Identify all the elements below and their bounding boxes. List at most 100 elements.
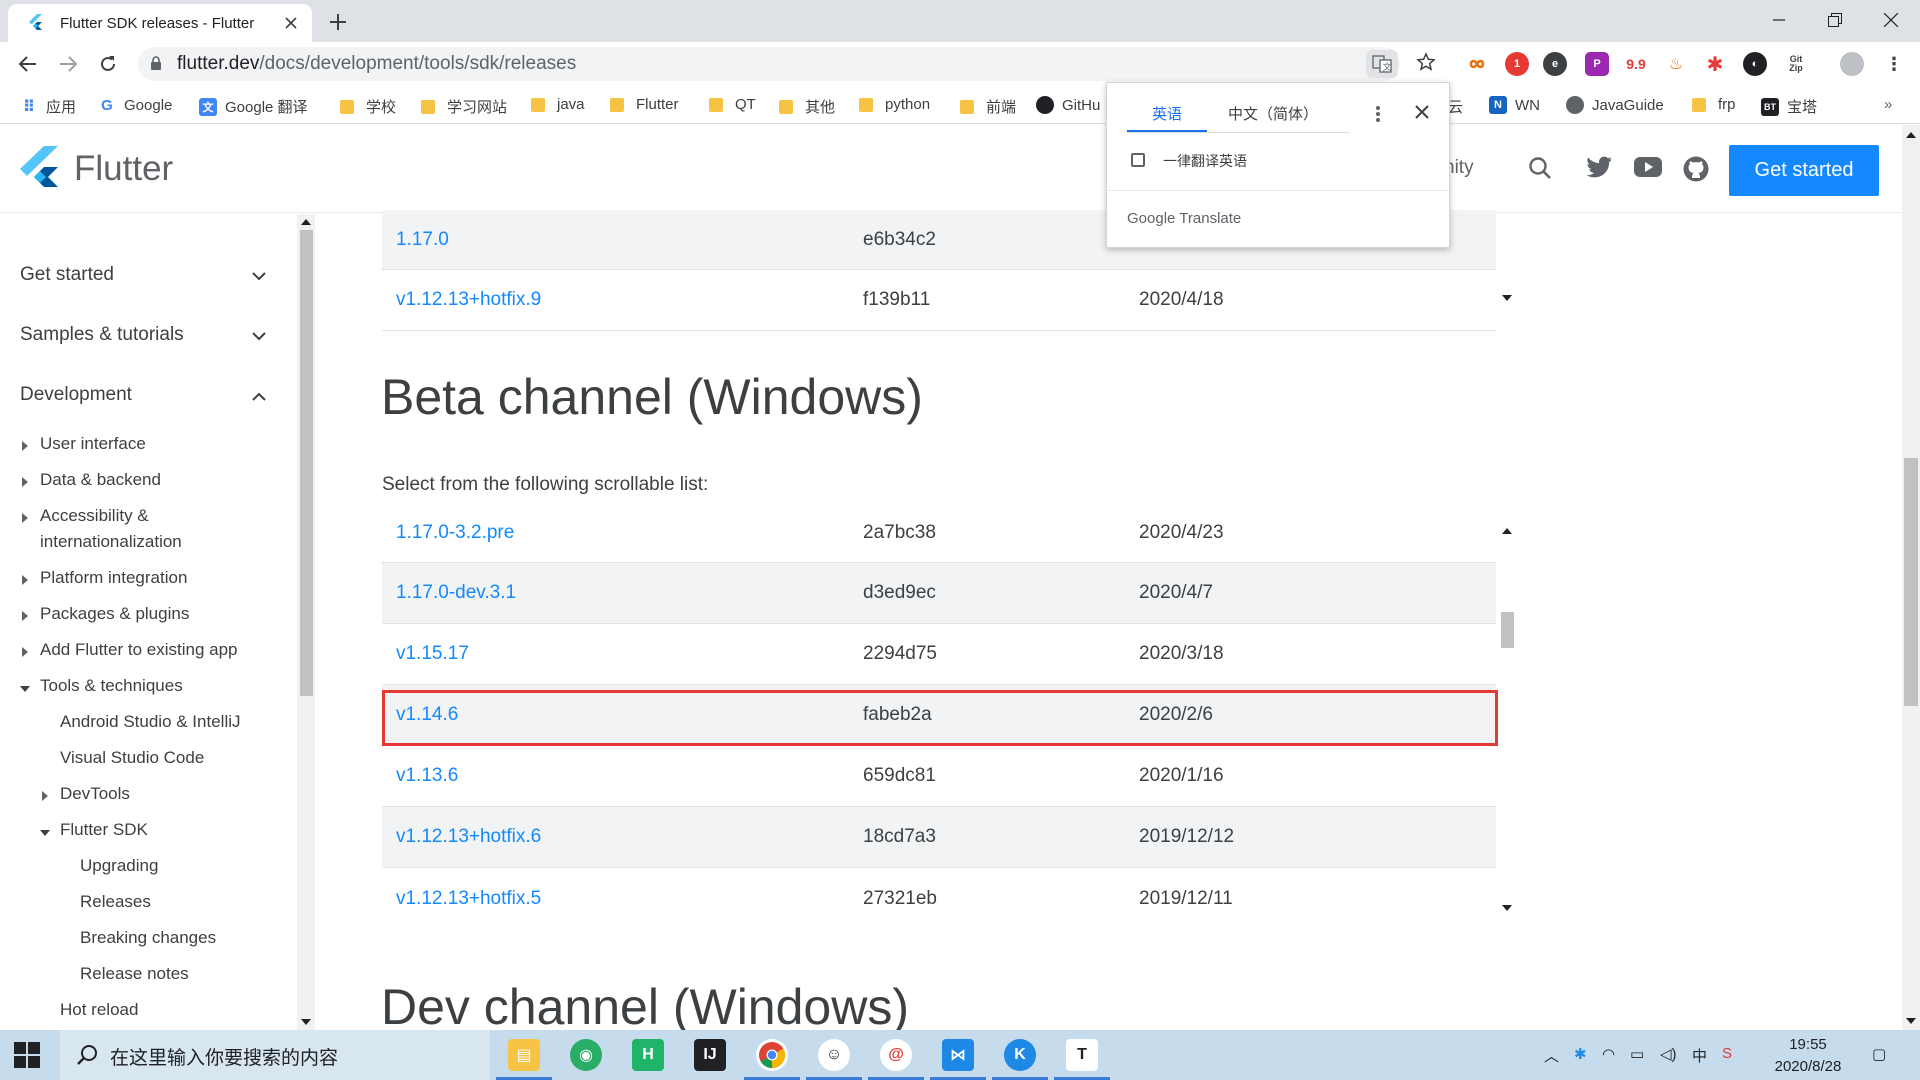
extension-red-badge-icon[interactable]: 1 <box>1505 52 1529 76</box>
version-link[interactable]: v1.12.13+hotfix.6 <box>396 826 541 848</box>
nav-packages-plugins[interactable]: Packages & plugins <box>40 601 189 627</box>
nav-breaking-changes[interactable]: Breaking changes <box>80 925 216 951</box>
expand-arrow-icon[interactable] <box>22 477 28 487</box>
collapse-arrow-icon[interactable] <box>40 830 50 836</box>
always-translate-checkbox[interactable] <box>1131 153 1145 167</box>
version-link[interactable]: v1.12.13+hotfix.5 <box>396 888 541 910</box>
nav-releases[interactable]: Releases <box>80 889 151 915</box>
tab-target-language[interactable]: 中文（简体） <box>1217 103 1329 133</box>
version-link[interactable]: v1.13.6 <box>396 765 458 787</box>
more-options-icon[interactable] <box>1375 105 1381 123</box>
volume-icon[interactable]: ◁) <box>1660 1045 1677 1063</box>
beta-list-scrollbar[interactable] <box>1498 520 1516 918</box>
nav-flutter-sdk[interactable]: Flutter SDK <box>60 817 148 843</box>
tab-source-language[interactable]: 英语 <box>1127 103 1207 133</box>
battery-icon[interactable]: ▭ <box>1630 1045 1644 1063</box>
expand-arrow-icon[interactable] <box>22 611 28 621</box>
bookmark-folder-school[interactable]: 学校 <box>340 96 396 117</box>
bookmark-apps[interactable]: ⠿ 应用 <box>20 96 76 117</box>
nav-tools-techniques[interactable]: Tools & techniques <box>40 673 183 699</box>
bookmark-google[interactable]: G Google <box>98 96 172 114</box>
extension-99-icon[interactable]: 9.9 <box>1624 52 1648 76</box>
typora-icon[interactable]: T <box>1066 1039 1098 1071</box>
bookmark-cloud[interactable]: 云 <box>1448 96 1463 117</box>
collapse-arrow-icon[interactable] <box>20 686 30 692</box>
nav-android-studio[interactable]: Android Studio & IntelliJ <box>60 709 241 735</box>
nav-internationalization[interactable]: internationalization <box>40 529 182 555</box>
search-icon[interactable] <box>1528 156 1552 180</box>
chevron-down-icon[interactable] <box>252 332 266 341</box>
nav-upgrading[interactable]: Upgrading <box>80 853 158 879</box>
profile-avatar-icon[interactable] <box>1840 52 1864 76</box>
new-tab-icon[interactable] <box>326 10 350 34</box>
notification-center-icon[interactable]: ▢ <box>1872 1045 1886 1063</box>
k-app-icon[interactable]: K <box>1004 1039 1036 1071</box>
extension-gitzip-icon[interactable]: Git Zip <box>1784 52 1808 76</box>
extension-pinwheel-icon[interactable]: ✱ <box>1703 52 1727 76</box>
scroll-up-arrow-icon[interactable] <box>301 219 311 225</box>
snail-app-icon[interactable]: @ <box>880 1039 912 1071</box>
forward-icon[interactable] <box>54 50 82 78</box>
restore-icon[interactable] <box>1806 0 1864 40</box>
windows-start-icon[interactable] <box>14 1042 40 1068</box>
extension-purple-icon[interactable]: P <box>1585 52 1609 76</box>
bookmark-google-translate[interactable]: 文 Google 翻译 <box>199 96 308 117</box>
nav-get-started[interactable]: Get started <box>20 264 114 286</box>
nav-release-notes[interactable]: Release notes <box>80 961 189 987</box>
nav-add-to-existing-app[interactable]: Add Flutter to existing app <box>40 637 238 663</box>
browser-tab[interactable]: Flutter SDK releases - Flutter <box>8 4 312 42</box>
extension-e-icon[interactable]: e <box>1543 52 1567 76</box>
scroll-down-arrow-icon[interactable] <box>1906 1018 1916 1024</box>
expand-arrow-icon[interactable] <box>22 647 28 657</box>
translate-page-icon[interactable]: 文 <box>1366 50 1398 78</box>
face-app-icon[interactable]: ☺ <box>818 1039 850 1071</box>
file-explorer-icon[interactable]: ▤ <box>508 1039 540 1071</box>
show-hidden-icons-icon[interactable]: ︿ <box>1544 1045 1559 1066</box>
expand-arrow-icon[interactable] <box>42 791 48 801</box>
always-translate-label[interactable]: 一律翻译英语 <box>1163 151 1247 171</box>
bookmark-folder-other[interactable]: 其他 <box>779 96 835 117</box>
wechat-icon[interactable]: ◉ <box>570 1039 602 1071</box>
twitter-icon[interactable] <box>1585 156 1613 180</box>
minimize-icon[interactable] <box>1750 0 1808 40</box>
vscode-icon[interactable]: ⋈ <box>942 1039 974 1071</box>
bookmark-star-icon[interactable] <box>1416 52 1436 72</box>
chevron-down-icon[interactable] <box>252 272 266 281</box>
nav-samples-tutorials[interactable]: Samples & tutorials <box>20 324 184 346</box>
url-text[interactable]: flutter.dev/docs/development/tools/sdk/r… <box>177 51 576 77</box>
reload-icon[interactable] <box>94 50 122 78</box>
version-link[interactable]: v1.15.17 <box>396 643 469 665</box>
bookmark-github[interactable]: GitHu <box>1036 96 1100 114</box>
hbuilder-icon[interactable]: H <box>632 1039 664 1071</box>
browser-menu-icon[interactable]: ⋮ <box>1882 52 1906 76</box>
site-brand[interactable]: Flutter <box>74 149 173 189</box>
bookmark-wn[interactable]: N WN <box>1489 96 1540 114</box>
version-link[interactable]: v1.12.13+hotfix.9 <box>396 289 541 311</box>
bookmark-folder-java[interactable]: java <box>531 96 585 113</box>
sogou-input-icon[interactable]: S <box>1722 1045 1732 1062</box>
chrome-icon[interactable] <box>756 1039 788 1071</box>
intellij-icon[interactable]: IJ <box>694 1039 726 1071</box>
expand-arrow-icon[interactable] <box>22 513 28 523</box>
version-link[interactable]: 1.17.0-dev.3.1 <box>396 582 516 604</box>
wifi-icon[interactable]: ◠ <box>1602 1045 1615 1063</box>
bookmark-folder-frontend[interactable]: 前端 <box>960 96 1016 117</box>
version-link[interactable]: 1.17.0 <box>396 229 449 251</box>
extension-share-icon[interactable]: ♨ <box>1664 52 1688 76</box>
bookmark-folder-frp[interactable]: frp <box>1692 96 1736 113</box>
sidenav-scrollbar-thumb[interactable] <box>300 230 313 696</box>
bluetooth-icon[interactable]: ✱ <box>1574 1045 1587 1063</box>
get-started-button[interactable]: Get started <box>1729 145 1879 196</box>
nav-user-interface[interactable]: User interface <box>40 431 146 457</box>
nav-data-backend[interactable]: Data & backend <box>40 467 161 493</box>
page-scrollbar-thumb[interactable] <box>1904 458 1918 706</box>
beta-list-scrollbar-thumb[interactable] <box>1501 612 1514 648</box>
lock-icon[interactable] <box>150 56 162 71</box>
scroll-up-arrow-icon[interactable] <box>1502 528 1512 534</box>
back-icon[interactable] <box>14 50 42 78</box>
expand-arrow-icon[interactable] <box>22 575 28 585</box>
ime-indicator[interactable]: 中 <box>1692 1045 1707 1066</box>
nav-development[interactable]: Development <box>20 384 132 406</box>
close-icon[interactable] <box>1415 105 1429 119</box>
nav-devtools[interactable]: DevTools <box>60 781 130 807</box>
